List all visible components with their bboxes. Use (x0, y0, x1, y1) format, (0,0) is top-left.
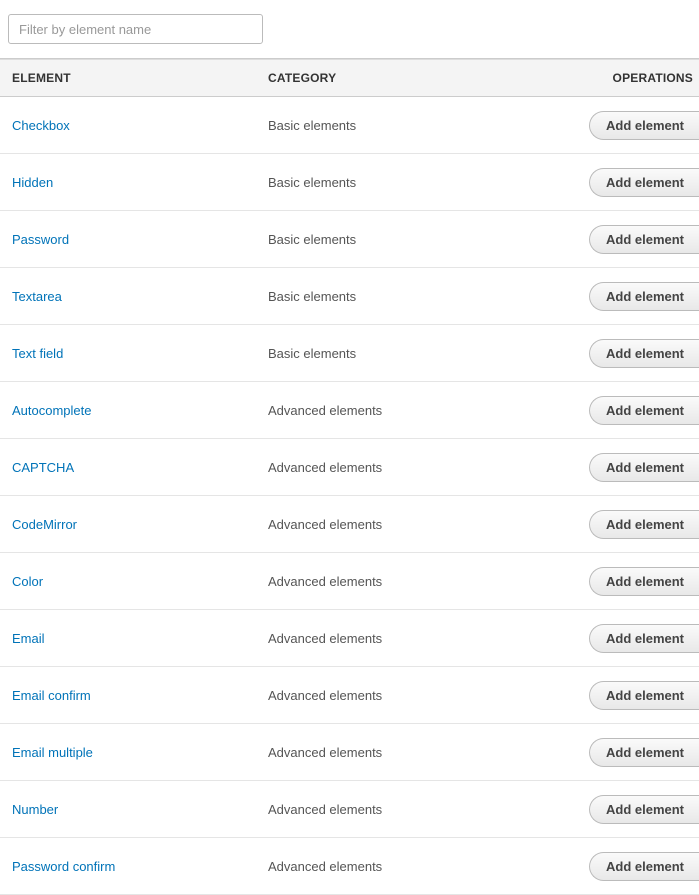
add-element-button[interactable]: Add element (589, 282, 699, 311)
add-element-button[interactable]: Add element (589, 852, 699, 881)
element-link[interactable]: Color (12, 574, 43, 589)
element-link[interactable]: Number (12, 802, 58, 817)
table-row: CAPTCHA Advanced elements Add element (0, 439, 699, 496)
add-element-button[interactable]: Add element (589, 225, 699, 254)
add-element-button[interactable]: Add element (589, 453, 699, 482)
cell-category: Advanced elements (256, 667, 571, 724)
cell-element: Email (0, 610, 256, 667)
cell-category: Advanced elements (256, 382, 571, 439)
add-element-button[interactable]: Add element (589, 795, 699, 824)
cell-operations: Add element (571, 610, 699, 667)
table-row: Email multipleAdvanced elements Add eleme… (0, 724, 699, 781)
element-link[interactable]: Hidden (12, 175, 53, 190)
add-element-button[interactable]: Add element (589, 111, 699, 140)
table-row: CodeMirror Advanced elements Add element (0, 496, 699, 553)
cell-operations: Add element (571, 325, 699, 382)
cell-category: Basic elements (256, 325, 571, 382)
element-link[interactable]: Email confirm (12, 688, 91, 703)
element-link[interactable]: CodeMirror (12, 517, 77, 532)
cell-operations: Add element (571, 667, 699, 724)
column-header-operations: OPERATIONS (571, 60, 699, 97)
filter-input[interactable] (8, 14, 263, 44)
cell-operations: Add element (571, 382, 699, 439)
element-link[interactable]: Email (12, 631, 45, 646)
cell-element: CodeMirror (0, 496, 256, 553)
element-link[interactable]: Text field (12, 346, 63, 361)
table-row: Hidden Basic elements Add element (0, 154, 699, 211)
cell-element: Checkbox (0, 97, 256, 154)
element-link[interactable]: CAPTCHA (12, 460, 74, 475)
cell-category: Advanced elements (256, 610, 571, 667)
elements-table: ELEMENT CATEGORY OPERATIONS Checkbox Basi… (0, 59, 699, 895)
element-link[interactable]: Checkbox (12, 118, 70, 133)
cell-category: Advanced elements (256, 838, 571, 895)
cell-element: CAPTCHA (0, 439, 256, 496)
filter-wrapper (0, 0, 699, 58)
table-row: Checkbox Basic elements Add element (0, 97, 699, 154)
table-row: Text field Basic elements Add element (0, 325, 699, 382)
cell-element: Autocomplete (0, 382, 256, 439)
cell-category: Basic elements (256, 211, 571, 268)
cell-operations: Add element (571, 154, 699, 211)
cell-element: Password confirm (0, 838, 256, 895)
cell-operations: Add element (571, 439, 699, 496)
cell-element: Color (0, 553, 256, 610)
cell-element: Text field (0, 325, 256, 382)
element-link[interactable]: Autocomplete (12, 403, 92, 418)
add-element-button[interactable]: Add element (589, 624, 699, 653)
table-row: Number Advanced elements Add element (0, 781, 699, 838)
element-link[interactable]: Password (12, 232, 69, 247)
cell-category: Advanced elements (256, 781, 571, 838)
table-row: Color Advanced elements Add element (0, 553, 699, 610)
add-element-button[interactable]: Add element (589, 681, 699, 710)
add-element-button[interactable]: Add element (589, 168, 699, 197)
add-element-button[interactable]: Add element (589, 738, 699, 767)
table-row: Password Basic elements Add element (0, 211, 699, 268)
cell-category: Basic elements (256, 154, 571, 211)
cell-operations: Add element (571, 724, 699, 781)
add-element-button[interactable]: Add element (589, 339, 699, 368)
table-header-row: ELEMENT CATEGORY OPERATIONS (0, 60, 699, 97)
element-link[interactable]: Password confirm (12, 859, 115, 874)
add-element-button[interactable]: Add element (589, 396, 699, 425)
elements-table-container: ELEMENT CATEGORY OPERATIONS Checkbox Basi… (0, 58, 699, 895)
add-element-button[interactable]: Add element (589, 567, 699, 596)
cell-operations: Add element (571, 553, 699, 610)
element-link[interactable]: Textarea (12, 289, 62, 304)
cell-category: Basic elements (256, 97, 571, 154)
cell-category: Advanced elements (256, 439, 571, 496)
table-row: Password confirm Advanced elements Add ele… (0, 838, 699, 895)
cell-operations: Add element (571, 97, 699, 154)
table-row: Email Advanced elements Add element (0, 610, 699, 667)
cell-operations: Add element (571, 211, 699, 268)
column-header-category: CATEGORY (256, 60, 571, 97)
cell-operations: Add element (571, 496, 699, 553)
cell-operations: Add element (571, 838, 699, 895)
add-element-button[interactable]: Add element (589, 510, 699, 539)
cell-element: Password (0, 211, 256, 268)
cell-category: Advanced elements (256, 496, 571, 553)
cell-operations: Add element (571, 268, 699, 325)
cell-operations: Add element (571, 781, 699, 838)
column-header-element: ELEMENT (0, 60, 256, 97)
cell-element: Number (0, 781, 256, 838)
table-row: Textarea Basic elements Add element (0, 268, 699, 325)
table-row: Autocomplete Advanced elements Add element (0, 382, 699, 439)
table-row: Email confirm Advanced elements Add elemen… (0, 667, 699, 724)
cell-element: Email multiple (0, 724, 256, 781)
cell-element: Hidden (0, 154, 256, 211)
cell-category: Basic elements (256, 268, 571, 325)
cell-element: Textarea (0, 268, 256, 325)
cell-category: Advanced elements (256, 724, 571, 781)
cell-category: Advanced elements (256, 553, 571, 610)
cell-element: Email confirm (0, 667, 256, 724)
